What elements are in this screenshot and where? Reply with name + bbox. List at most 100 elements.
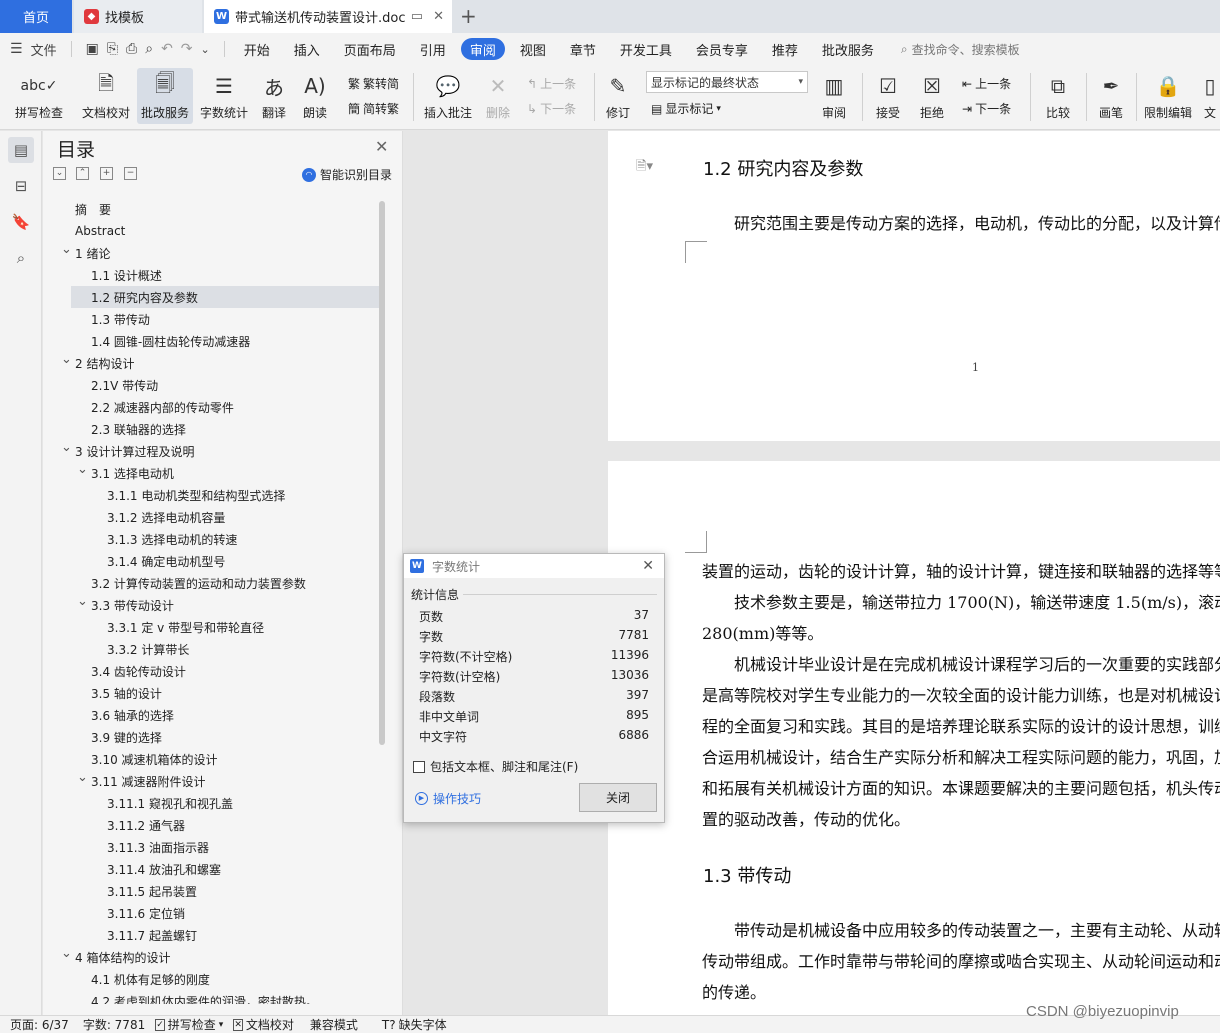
- export-pdf-icon[interactable]: ⎘: [107, 41, 118, 57]
- command-search[interactable]: ⌕ 查找命令、搜索模板: [901, 41, 1020, 58]
- prev-change-button[interactable]: ⇤ 上一条: [962, 75, 1011, 92]
- more-chevron-icon[interactable]: ⌄: [201, 43, 210, 56]
- toc-item[interactable]: 4.1 机体有足够的刚度: [43, 968, 379, 990]
- save-icon[interactable]: ▣: [86, 41, 99, 57]
- toc-item[interactable]: 1.3 带传动: [43, 308, 379, 330]
- toc-item[interactable]: ⌄ 1 绪论: [43, 242, 379, 264]
- toc-item[interactable]: 3.1.1 电动机类型和结构型式选择: [43, 484, 379, 506]
- dialog-titlebar[interactable]: W 字数统计 ✕: [404, 554, 664, 578]
- chevron-down-icon[interactable]: ⌄: [77, 594, 88, 609]
- tab-document[interactable]: W 带式输送机传动装置设计.doc ▭ ✕: [204, 0, 452, 33]
- tab-close-icon[interactable]: ✕: [433, 9, 444, 24]
- page-2[interactable]: 装置的运动，齿轮的设计计算，轴的设计计算，键连接和联轴器的选择等等 技术参数主要是…: [608, 461, 1220, 1015]
- smart-toc-button[interactable]: ◠ 智能识别目录: [302, 166, 392, 183]
- review-service-button[interactable]: 🗐 批改服务: [137, 68, 193, 124]
- review-pane-button[interactable]: ▥ 审阅: [816, 68, 852, 121]
- restrict-edit-button[interactable]: 🔒 限制编辑: [1142, 68, 1194, 121]
- missing-font[interactable]: T? 缺失字体: [382, 1016, 447, 1033]
- track-changes-button[interactable]: ✎ 修订: [600, 68, 636, 121]
- toc-item[interactable]: 3.1.3 选择电动机的转速: [43, 528, 379, 550]
- page-indicator[interactable]: 页面: 6/37: [10, 1016, 69, 1033]
- next-change-button[interactable]: ⇥ 下一条: [962, 100, 1011, 117]
- toc-scrollbar[interactable]: [379, 201, 385, 745]
- toc-item[interactable]: 1.1 设计概述: [43, 264, 379, 286]
- tab-3[interactable]: 引用: [411, 38, 455, 60]
- toc-item[interactable]: 3.11.2 通气器: [43, 814, 379, 836]
- expand-up-icon[interactable]: ⌃: [76, 167, 89, 180]
- tab-0[interactable]: 开始: [235, 38, 279, 60]
- spellcheck-button[interactable]: abc✓ 拼写检查: [8, 68, 70, 121]
- toc-item[interactable]: 3.11.6 定位销: [43, 902, 379, 924]
- toc-item[interactable]: 3.5 轴的设计: [43, 682, 379, 704]
- word-count-indicator[interactable]: 字数: 7781: [83, 1016, 145, 1033]
- toc-item[interactable]: 3.6 轴承的选择: [43, 704, 379, 726]
- trad-to-simp-button[interactable]: 繁繁转简: [348, 75, 399, 92]
- add-level-icon[interactable]: +: [100, 167, 113, 180]
- tab-2[interactable]: 页面布局: [335, 38, 405, 60]
- tab-5[interactable]: 视图: [511, 38, 555, 60]
- chevron-down-icon[interactable]: ⌄: [77, 770, 88, 785]
- include-footnotes-checkbox[interactable]: 包括文本框、脚注和尾注(F): [413, 758, 578, 775]
- prev-comment-button[interactable]: ↰ 上一条: [527, 75, 576, 92]
- reject-change-button[interactable]: ☒ 拒绝: [914, 68, 950, 121]
- doc-proof-button[interactable]: 🗎 文档校对: [78, 68, 134, 121]
- tips-link[interactable]: ▶ 操作技巧: [415, 790, 481, 807]
- hamburger-menu-icon[interactable]: ☰: [10, 41, 23, 57]
- toc-item[interactable]: 3.10 减速机箱体的设计: [43, 748, 379, 770]
- tab-1[interactable]: 插入: [285, 38, 329, 60]
- toc-item[interactable]: 3.1.2 选择电动机容量: [43, 506, 379, 528]
- dialog-close-icon[interactable]: ✕: [642, 558, 654, 574]
- translate-button[interactable]: あ 翻译: [256, 68, 292, 121]
- toc-item[interactable]: 3.2 计算传动装置的运动和动力装置参数: [43, 572, 379, 594]
- delete-comment-button[interactable]: ✕ 删除: [480, 68, 516, 121]
- toc-panel-icon[interactable]: ▤: [8, 137, 34, 163]
- tab-9[interactable]: 推荐: [763, 38, 807, 60]
- compare-button[interactable]: ⧉ 比较: [1038, 68, 1078, 121]
- toc-item[interactable]: 3.11.7 起盖螺钉: [43, 924, 379, 946]
- chevron-down-icon[interactable]: ⌄: [77, 462, 88, 477]
- toc-item[interactable]: 1.4 圆锥-圆柱齿轮传动减速器: [43, 330, 379, 352]
- toc-item[interactable]: 3.9 键的选择: [43, 726, 379, 748]
- page-1[interactable]: 🗎▾ 1.2 研究内容及参数 研究范围主要是传动方案的选择，电动机，传动比的分配…: [608, 131, 1220, 441]
- toc-item[interactable]: ⌄ 2 结构设计: [43, 352, 379, 374]
- toc-item[interactable]: ⌄ 3.1 选择电动机: [43, 462, 379, 484]
- word-count-button[interactable]: ☰ 字数统计: [197, 68, 251, 121]
- insert-comment-button[interactable]: 💬 插入批注: [420, 68, 476, 121]
- toc-item[interactable]: 2.3 联轴器的选择: [43, 418, 379, 440]
- collapse-all-icon[interactable]: ⌄: [53, 167, 66, 180]
- tab-find-template[interactable]: ◆ 找模板: [74, 0, 202, 33]
- toc-item[interactable]: 3.11.3 油面指示器: [43, 836, 379, 858]
- toc-item[interactable]: ⌄ 4 箱体结构的设计: [43, 946, 379, 968]
- tab-6[interactable]: 章节: [561, 38, 605, 60]
- file-menu[interactable]: 文件: [31, 40, 57, 59]
- tab-7[interactable]: 开发工具: [611, 38, 681, 60]
- undo-icon[interactable]: ↶: [161, 41, 173, 57]
- toc-item[interactable]: Abstract: [43, 220, 379, 242]
- toc-item[interactable]: 2.1V 带传动: [43, 374, 379, 396]
- find-icon[interactable]: ⌕: [8, 245, 34, 271]
- toc-item[interactable]: 2.2 减速器内部的传动零件: [43, 396, 379, 418]
- toc-item[interactable]: 3.3.1 定 v 带型号和带轮直径: [43, 616, 379, 638]
- redo-icon[interactable]: ↷: [181, 41, 193, 57]
- compat-mode[interactable]: 兼容模式: [310, 1016, 358, 1033]
- toc-item[interactable]: 3.3.2 计算带长: [43, 638, 379, 660]
- doc-permission-button[interactable]: ▯ 文: [1200, 68, 1220, 121]
- tab-4[interactable]: 审阅: [460, 38, 505, 60]
- chevron-down-icon[interactable]: ⌄: [61, 352, 72, 367]
- toc-item[interactable]: 1.2 研究内容及参数: [71, 286, 379, 308]
- toc-item[interactable]: 摘 要: [43, 198, 379, 220]
- markup-state-select[interactable]: 显示标记的最终状态 ▾: [646, 71, 808, 93]
- toc-item[interactable]: 3.11.4 放油孔和螺塞: [43, 858, 379, 880]
- tab-float-icon[interactable]: ▭: [411, 9, 423, 24]
- toc-item[interactable]: 4.2 考虑到机体内零件的润滑，密封散热。: [43, 990, 379, 1005]
- accept-change-button[interactable]: ☑ 接受: [870, 68, 906, 121]
- read-aloud-button[interactable]: A) 朗读: [298, 68, 332, 121]
- remove-level-icon[interactable]: −: [124, 167, 137, 180]
- print-icon[interactable]: ⎙: [126, 41, 137, 57]
- toc-close-icon[interactable]: ✕: [375, 137, 388, 156]
- bookmark-icon[interactable]: 🔖: [8, 209, 34, 235]
- show-markup-button[interactable]: ▤ 显示标记 ▾: [651, 100, 721, 117]
- simp-to-trad-button[interactable]: 簡简转繁: [348, 100, 399, 117]
- toc-item[interactable]: 3.4 齿轮传动设计: [43, 660, 379, 682]
- new-tab-plus-icon[interactable]: +: [460, 4, 477, 28]
